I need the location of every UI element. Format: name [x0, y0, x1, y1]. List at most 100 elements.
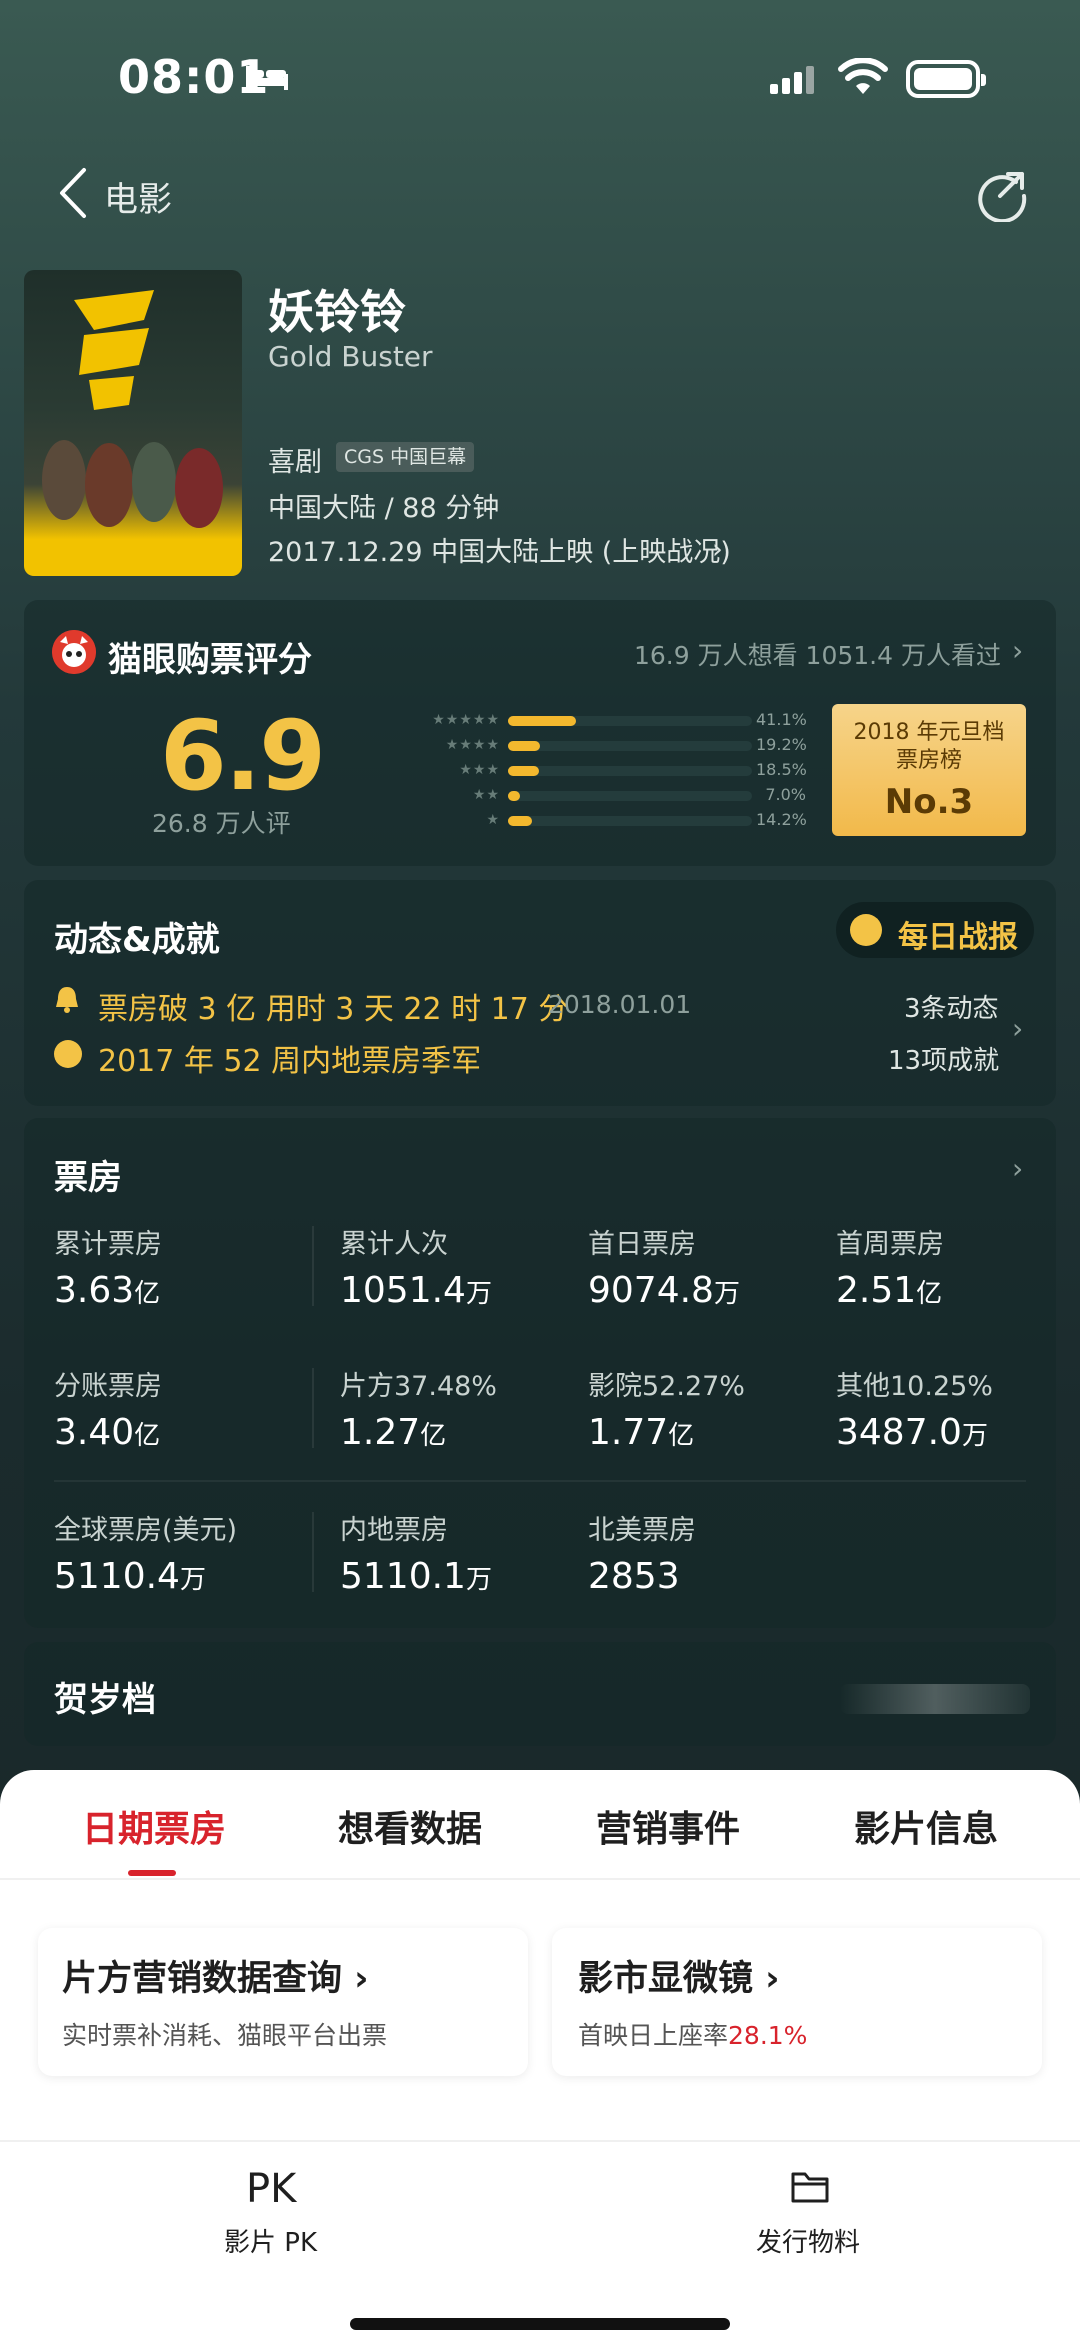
rating-stars: ★★★★★	[432, 712, 500, 728]
divider	[312, 1512, 314, 1592]
boxoffice-label: 分账票房	[54, 1371, 162, 1402]
movie-poster[interactable]	[24, 270, 242, 576]
rating-title: 猫眼购票评分	[108, 640, 312, 680]
tab-movie-info[interactable]: 影片信息	[854, 1800, 998, 1852]
rating-bar-fill	[508, 766, 539, 776]
boxoffice-label: 北美票房	[588, 1515, 696, 1546]
boxoffice-title: 票房	[54, 1158, 122, 1198]
market-microscope-card[interactable]: 影市显微镜 › 首映日上座率28.1%	[552, 1928, 1042, 2076]
chevron-right-icon: ›	[1012, 1012, 1024, 1045]
tab-daily-boxoffice[interactable]: 日期票房	[82, 1800, 226, 1852]
rating-stars: ★	[486, 812, 500, 828]
rating-bar	[508, 816, 752, 826]
rating-bar-fill	[508, 816, 532, 826]
rating-percent: 18.5%	[756, 760, 807, 779]
rating-percent: 41.1%	[756, 710, 807, 729]
rating-bar-fill	[508, 741, 540, 751]
rank-badge-line2: 票房榜	[895, 748, 962, 773]
boxoffice-label: 全球票房(美元)	[54, 1515, 238, 1546]
boxoffice-value: 1051.4万	[340, 1270, 492, 1311]
rating-stars: ★★★	[459, 762, 500, 778]
boxoffice-label: 影院52.27%	[588, 1371, 745, 1402]
folder-icon[interactable]	[790, 2168, 830, 2204]
sleep-mode-icon	[246, 66, 288, 90]
boxoffice-value: 1.27亿	[340, 1412, 447, 1453]
share-icon[interactable]	[974, 166, 1030, 222]
rating-bar	[508, 716, 752, 726]
boxoffice-label: 其他10.25%	[836, 1371, 993, 1402]
pk-icon[interactable]: PK	[246, 2166, 296, 2212]
bell-icon	[56, 987, 78, 1013]
rating-stars: ★★★★	[445, 737, 500, 753]
rating-percent: 14.2%	[756, 810, 807, 829]
rating-bar	[508, 766, 752, 776]
tab-marketing-events[interactable]: 营销事件	[596, 1800, 740, 1852]
movie-release-link[interactable]: 2017.12.29 中国大陆上映 (上映战况)	[268, 530, 731, 569]
cellular-signal-icon	[770, 66, 814, 94]
movie-title: 妖铃铃	[268, 285, 406, 339]
holiday-season-title: 贺岁档	[54, 1680, 156, 1720]
chevron-right-icon: ›	[1012, 1152, 1024, 1185]
rating-count: 26.8 万人评	[152, 809, 291, 838]
dynamics-item: 2017 年 52 周内地票房季军	[98, 1044, 482, 1079]
rating-percent: 19.2%	[756, 735, 807, 754]
rating-stats[interactable]: 16.9 万人想看 1051.4 万人看过	[634, 636, 1001, 672]
rank-badge[interactable]: 2018 年元旦档 票房榜 No.3	[832, 704, 1026, 836]
boxoffice-value: 3487.0万	[836, 1412, 988, 1453]
boxoffice-value: 5110.4万	[54, 1556, 206, 1597]
boxoffice-label: 首周票房	[836, 1229, 944, 1260]
poster-figures	[42, 440, 223, 528]
rating-score: 6.9	[160, 700, 326, 812]
divider	[0, 1878, 1080, 1880]
achievements-count: 13项成就	[888, 1046, 1000, 1076]
boxoffice-value: 3.40亿	[54, 1412, 161, 1453]
nav-title[interactable]: 电影	[104, 172, 172, 221]
marketing-data-title: 片方营销数据查询 ›	[62, 1959, 369, 1999]
daily-report-button[interactable]: 每日战报	[836, 902, 1034, 958]
boxoffice-value: 3.63亿	[54, 1270, 161, 1311]
market-microscope-subtitle: 首映日上座率28.1%	[578, 2021, 808, 2050]
rank-badge-rank: No.3	[884, 782, 974, 822]
rating-bar-fill	[508, 716, 577, 726]
poster-title-art	[74, 290, 154, 410]
boxoffice-label: 片方37.48%	[340, 1371, 497, 1402]
boxoffice-value: 2.51亿	[836, 1270, 943, 1311]
release-materials-button[interactable]: 发行物料	[756, 2222, 860, 2259]
dynamics-count: 3条动态	[904, 994, 999, 1024]
rating-bar-fill	[508, 791, 520, 801]
maoyan-cat-icon	[52, 630, 96, 674]
movie-genre: 喜剧	[268, 447, 322, 478]
medal-icon	[850, 914, 882, 946]
rating-bar	[508, 791, 752, 801]
active-tab-indicator	[128, 1870, 176, 1876]
boxoffice-value: 9074.8万	[588, 1270, 740, 1311]
boxoffice-value: 2853	[588, 1556, 680, 1597]
dynamics-title: 动态&成就	[54, 920, 220, 960]
rating-bar	[508, 741, 752, 751]
rating-stars: ★★	[472, 787, 500, 803]
chevron-right-icon: ›	[712, 534, 723, 565]
divider	[54, 1480, 1026, 1482]
marketing-data-subtitle: 实时票补消耗、猫眼平台出票	[62, 2021, 388, 2050]
movie-pk-button[interactable]: 影片 PK	[224, 2222, 317, 2259]
divider	[312, 1226, 314, 1306]
wifi-icon	[838, 58, 888, 94]
rating-percent: 7.0%	[765, 785, 806, 804]
chevron-right-icon: ›	[1012, 634, 1024, 667]
home-indicator	[350, 2318, 730, 2330]
daily-report-label: 每日战报	[898, 920, 1018, 955]
boxoffice-value: 1.77亿	[588, 1412, 695, 1453]
dynamics-date: 2018.01.01	[548, 990, 692, 1019]
holiday-season-preview	[840, 1684, 1030, 1714]
movie-english-title: Gold Buster	[268, 340, 433, 373]
cgs-badge: CGS 中国巨幕	[336, 442, 475, 472]
medal-icon	[54, 1040, 82, 1068]
divider	[0, 2140, 1080, 2142]
dynamics-item: 票房破 3 亿 用时 3 天 22 时 17 分	[98, 992, 569, 1027]
back-icon[interactable]	[56, 166, 90, 220]
tab-want-to-see-data[interactable]: 想看数据	[338, 1800, 482, 1852]
marketing-data-card[interactable]: 片方营销数据查询 › 实时票补消耗、猫眼平台出票	[38, 1928, 528, 2076]
boxoffice-label: 累计人次	[340, 1229, 448, 1260]
battery-icon	[906, 60, 986, 98]
movie-meta: 中国大陆 / 88 分钟	[268, 493, 500, 524]
